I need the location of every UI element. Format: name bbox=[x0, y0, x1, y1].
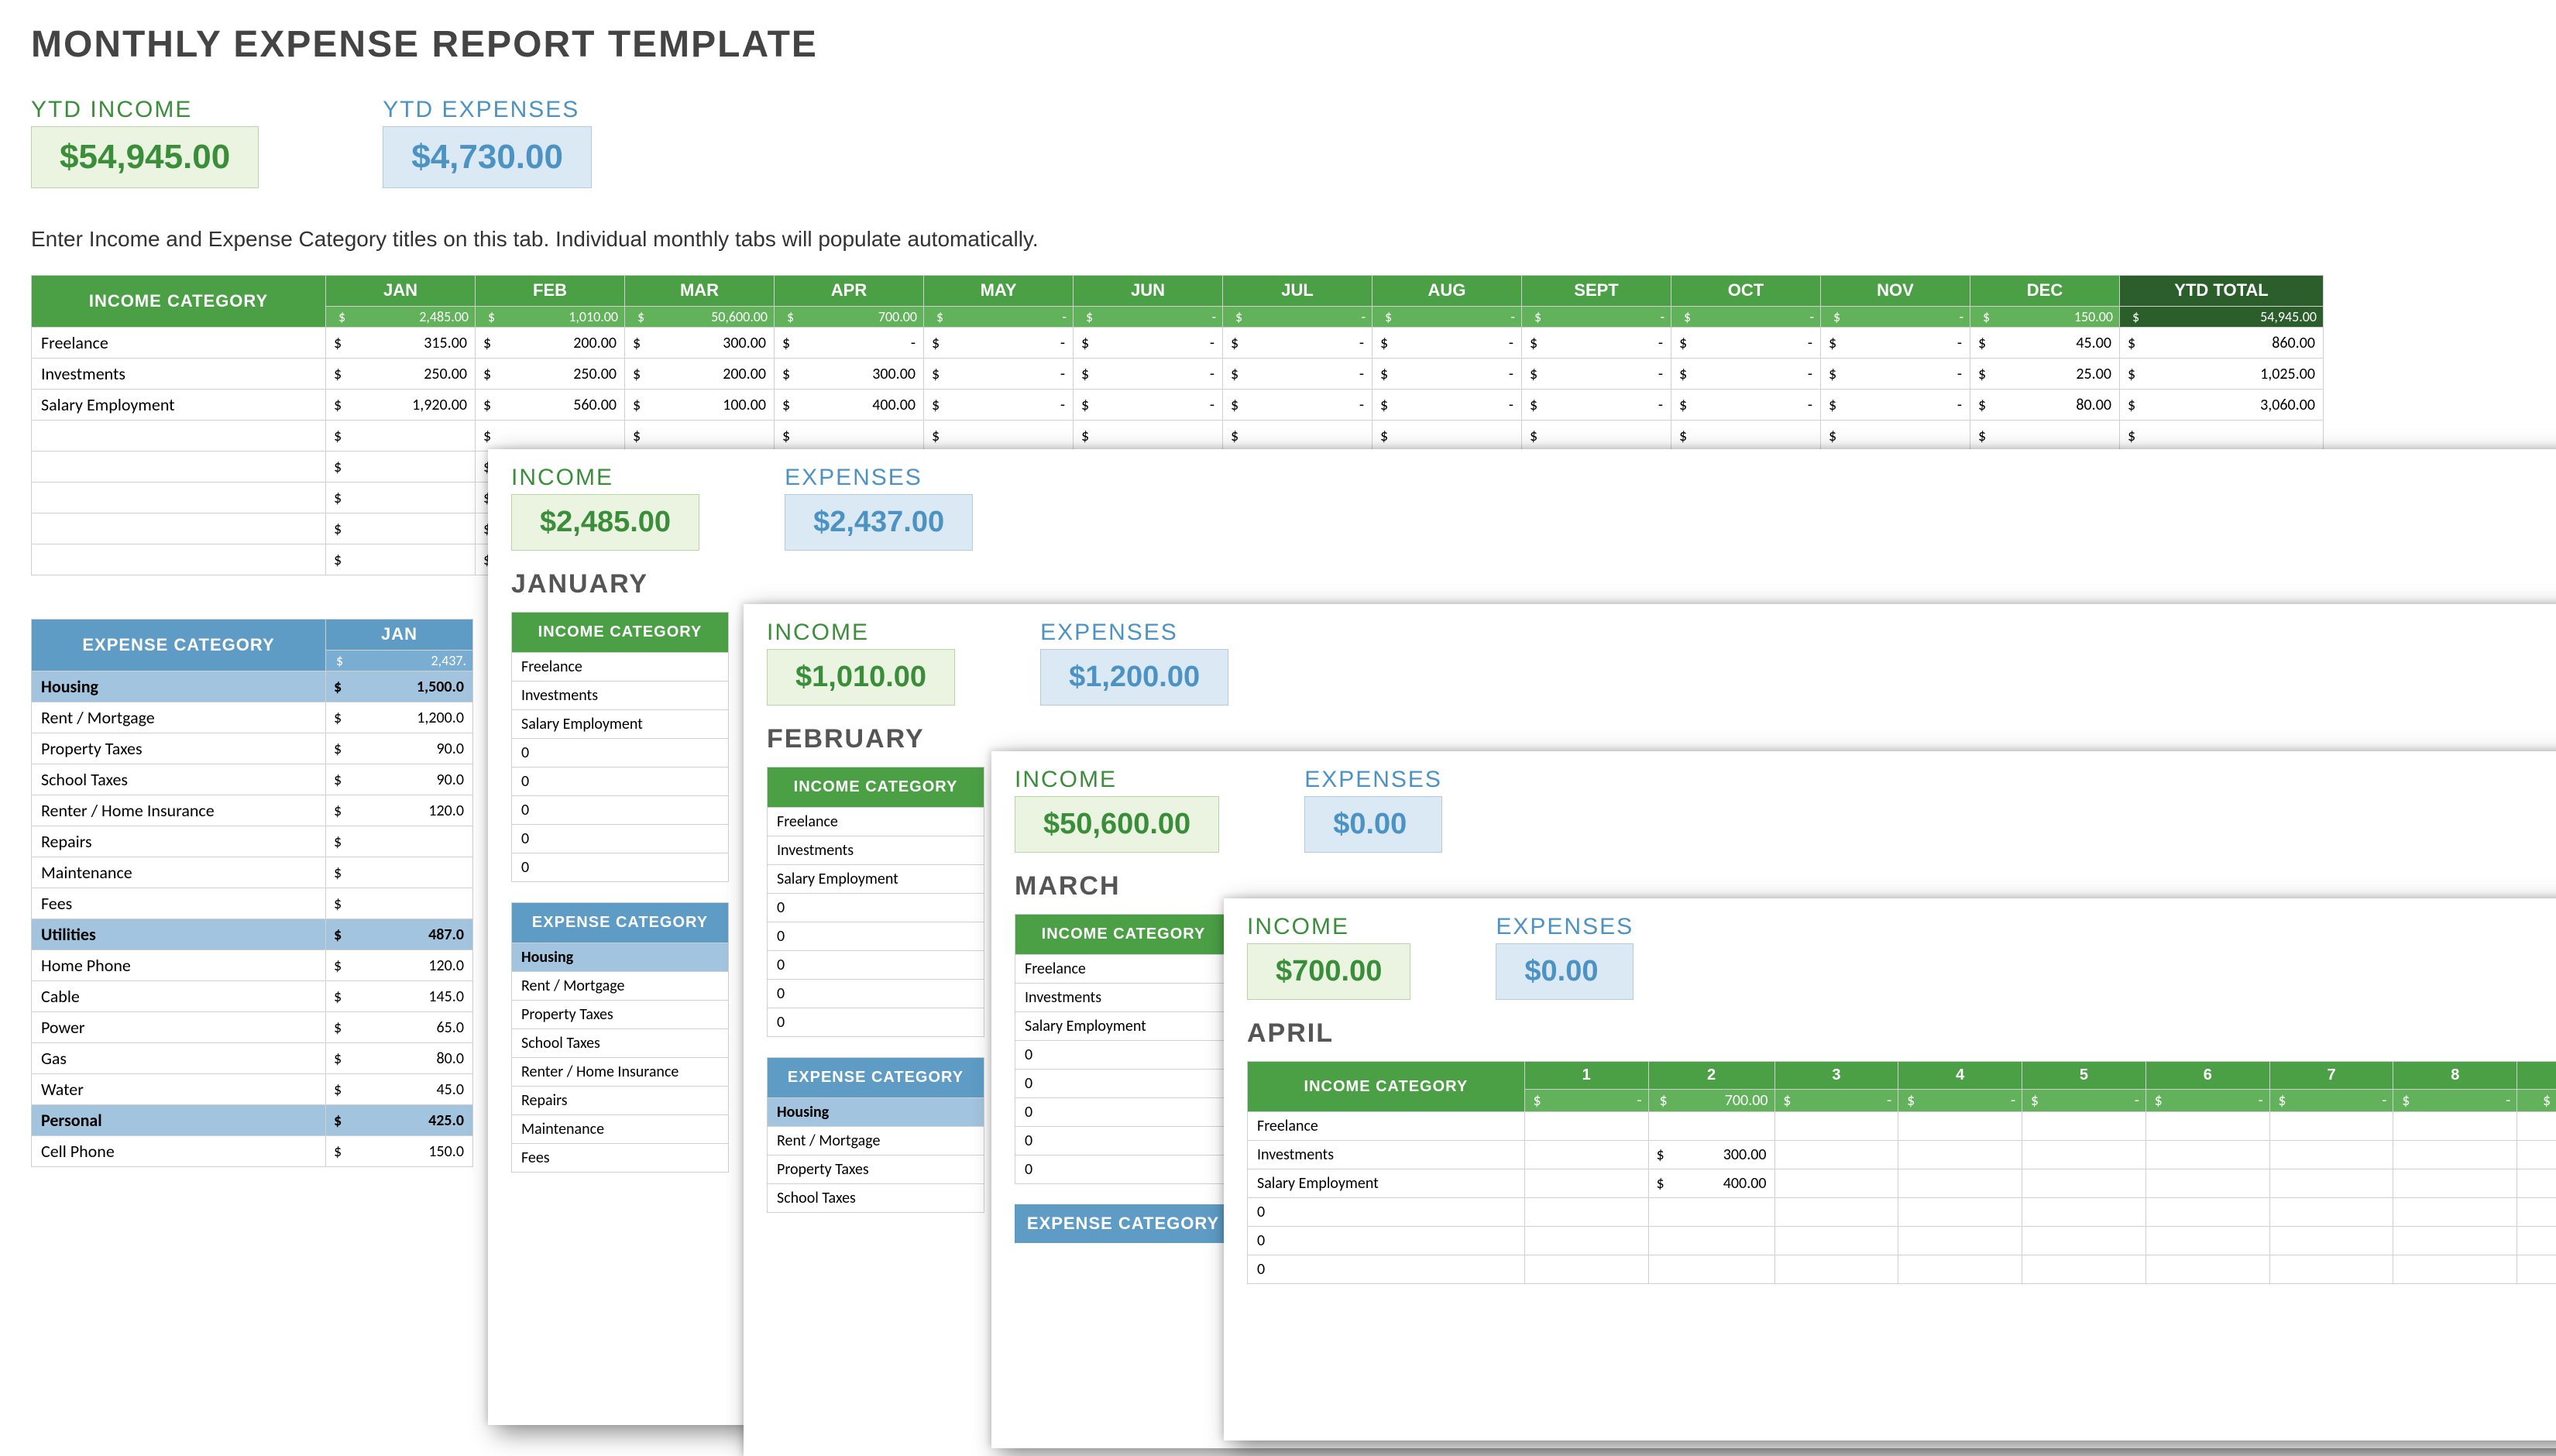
apr-income-label: INCOME bbox=[1247, 914, 1410, 940]
ytd-income-value: $54,945.00 bbox=[31, 126, 259, 188]
ytd-kpi-row: YTD INCOME $54,945.00 YTD EXPENSES $4,73… bbox=[31, 97, 2324, 188]
feb-expense-value: $1,200.00 bbox=[1040, 649, 1228, 706]
mar-expense-value: $0.00 bbox=[1304, 796, 1442, 853]
feb-expense-list: EXPENSE CATEGORYHousingRent / MortgagePr… bbox=[767, 1057, 984, 1213]
jan-expense-label: EXPENSES bbox=[785, 465, 973, 491]
expense-table: EXPENSE CATEGORYJAN$2,437.Housing$1,500.… bbox=[31, 619, 473, 1167]
feb-expense-label: EXPENSES bbox=[1040, 620, 1228, 646]
jan-month-title: JANUARY bbox=[511, 569, 2556, 599]
ytd-expense-label: YTD EXPENSES bbox=[383, 97, 592, 123]
jan-expense-value: $2,437.00 bbox=[785, 494, 973, 551]
feb-month-title: FEBRUARY bbox=[767, 724, 2556, 754]
ytd-expense-value: $4,730.00 bbox=[383, 126, 592, 188]
mar-income-list: INCOME CATEGORYFreelanceInvestmentsSalar… bbox=[1015, 914, 1232, 1184]
apr-income-table: INCOME CATEGORY12345678$-$700.00$-$-$-$-… bbox=[1247, 1061, 2556, 1284]
mar-income-value: $50,600.00 bbox=[1015, 796, 1219, 853]
ytd-income-label: YTD INCOME bbox=[31, 97, 259, 123]
apr-expense-value: $0.00 bbox=[1496, 943, 1634, 1000]
panel-april: INCOME $700.00 EXPENSES $0.00 APRIL INCO… bbox=[1224, 898, 2556, 1441]
page-title: MONTHLY EXPENSE REPORT TEMPLATE bbox=[31, 23, 2324, 66]
mar-income-label: INCOME bbox=[1015, 767, 1219, 793]
instructions: Enter Income and Expense Category titles… bbox=[31, 227, 2324, 252]
jan-expense-list: EXPENSE CATEGORYHousingRent / MortgagePr… bbox=[511, 902, 729, 1173]
feb-income-label: INCOME bbox=[767, 620, 955, 646]
feb-income-list: INCOME CATEGORYFreelanceInvestmentsSalar… bbox=[767, 767, 984, 1037]
mar-expense-label: EXPENSES bbox=[1304, 767, 1442, 793]
apr-expense-label: EXPENSES bbox=[1496, 914, 1634, 940]
apr-month-title: APRIL bbox=[1247, 1018, 2556, 1049]
jan-income-value: $2,485.00 bbox=[511, 494, 699, 551]
mar-month-title: MARCH bbox=[1015, 871, 2556, 901]
apr-income-value: $700.00 bbox=[1247, 943, 1410, 1000]
jan-income-label: INCOME bbox=[511, 465, 699, 491]
mar-expense-header: EXPENSE CATEGORY bbox=[1015, 1204, 1232, 1243]
feb-income-value: $1,010.00 bbox=[767, 649, 955, 706]
jan-income-list: INCOME CATEGORYFreelanceInvestmentsSalar… bbox=[511, 612, 729, 882]
